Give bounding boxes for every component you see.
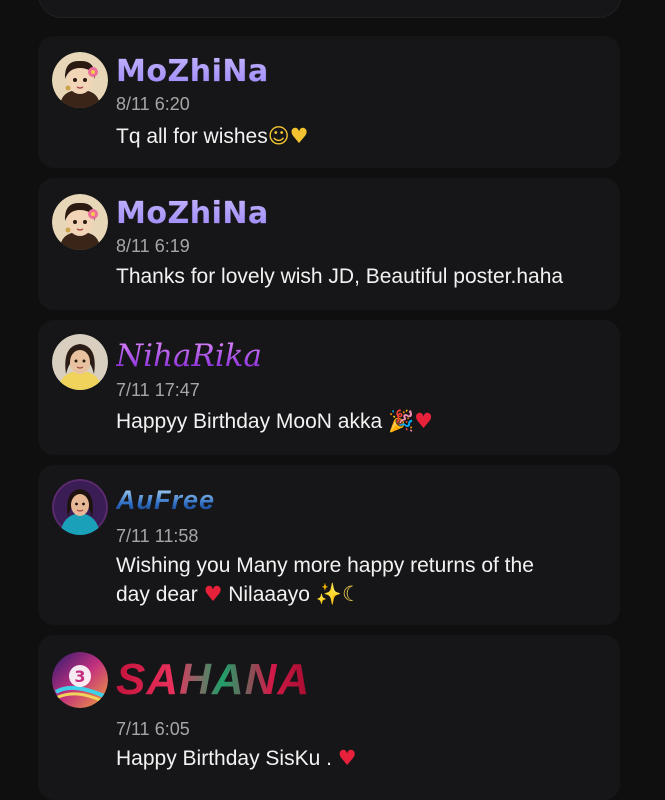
comment-card[interactable]: NihaRika 7/11 17:47 Happyy Birthday MooN… <box>38 320 620 455</box>
author-name[interactable]: MoZhiNa <box>116 196 269 231</box>
red-heart-emoji-icon: ♥ <box>203 582 223 606</box>
author-name[interactable]: SAHANA <box>116 655 310 705</box>
comment-text: Wishing you Many more happy returns of t… <box>116 552 606 609</box>
girl-with-flower-avatar-icon[interactable] <box>52 194 108 250</box>
comment-card[interactable]: 3 SAHANA 7/11 6:05 Happy Birthday SisKu … <box>38 635 620 800</box>
comment-timestamp: 7/11 11:58 <box>116 526 199 546</box>
author-name[interactable]: NihaRika <box>116 338 262 374</box>
comment-text: Happy Birthday SisKu . ♥ <box>116 744 606 773</box>
woman-photo-avatar-icon[interactable] <box>52 334 108 390</box>
comment-text-body: day dear <box>116 583 204 606</box>
comment-text-body: Nilaaayo <box>222 583 316 606</box>
comment-card[interactable]: MoZhiNa 8/11 6:19 Thanks for lovely wish… <box>38 178 620 310</box>
comment-text: Happyy Birthday MooN akka 🎉♥ <box>116 407 606 436</box>
comment-timestamp: 7/11 6:05 <box>116 719 190 739</box>
crescent-moon-emoji-icon: ☾ <box>341 582 361 606</box>
comment-text-body: Happyy Birthday MooN akka <box>116 410 388 433</box>
yellow-heart-emoji-icon: ♥ <box>289 124 309 148</box>
comment-text-body: Happy Birthday SisKu . <box>116 747 338 770</box>
previous-comment-card <box>38 0 622 18</box>
comment-timestamp: 7/11 17:47 <box>116 380 200 400</box>
comment-text-body: Tq all for wishes <box>116 125 268 148</box>
smiling-face-emoji-icon: ☺ <box>267 124 290 148</box>
comment-timestamp: 8/11 6:20 <box>116 94 190 114</box>
colorful-number-3-avatar-icon[interactable]: 3 <box>52 652 108 708</box>
comment-text: Thanks for lovely wish JD, Beautiful pos… <box>116 265 564 288</box>
girl-with-flower-avatar-icon[interactable] <box>52 52 108 108</box>
author-name[interactable]: MoZhiNa <box>116 54 269 89</box>
comment-card[interactable]: MoZhiNa 8/11 6:20 Tq all for wishes☺♥ <box>38 36 620 168</box>
author-name[interactable]: AuFree <box>116 485 215 516</box>
woman-blue-saree-avatar-icon[interactable] <box>52 479 108 535</box>
red-heart-emoji-icon: ♥ <box>337 746 357 770</box>
comment-timestamp: 8/11 6:19 <box>116 236 190 256</box>
red-heart-emoji-icon: ♥ <box>414 409 433 433</box>
party-popper-emoji-icon: 🎉 <box>387 409 415 433</box>
comment-card[interactable]: AuFree 7/11 11:58 Wishing you Many more … <box>38 465 620 625</box>
comment-text-line: day dear ♥ Nilaaayo ✨☾ <box>116 580 606 609</box>
sparkles-emoji-icon: ✨ <box>315 582 342 606</box>
comment-text-line: Wishing you Many more happy returns of t… <box>116 554 534 577</box>
comment-text: Tq all for wishes☺♥ <box>116 122 606 151</box>
svg-text:3: 3 <box>74 667 85 686</box>
